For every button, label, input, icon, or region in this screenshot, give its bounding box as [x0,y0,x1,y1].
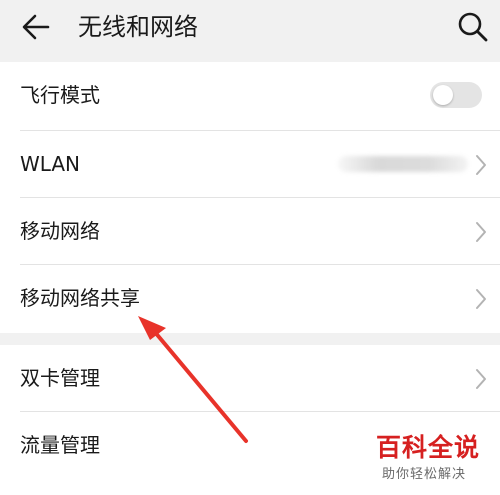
watermark: 百科全说 助你轻松解决 [372,432,490,490]
app-header: 无线和网络 [0,0,500,56]
page-title: 无线和网络 [78,13,198,41]
chevron-right-icon [476,289,486,309]
dual-sim-row[interactable]: 双卡管理 [0,345,500,411]
airplane-mode-row[interactable]: 飞行模式 [0,62,500,128]
watermark-subtitle: 助你轻松解决 [382,467,467,482]
hotspot-label: 移动网络共享 [20,286,140,310]
airplane-mode-label: 飞行模式 [20,83,100,107]
wlan-network-name-blurred [338,156,468,172]
network-settings-group: 飞行模式 WLAN 移动网络 移动网络共享 [0,62,500,333]
mobile-network-label: 移动网络 [20,219,100,243]
airplane-mode-toggle[interactable] [430,82,482,108]
arrow-left-icon[interactable] [20,11,52,43]
chevron-right-icon [476,155,486,175]
dual-sim-label: 双卡管理 [20,366,100,390]
toggle-knob [433,85,453,105]
search-icon[interactable] [456,10,490,44]
wlan-label: WLAN [20,152,81,176]
chevron-right-icon [476,222,486,242]
hotspot-row[interactable]: 移动网络共享 [0,265,500,331]
chevron-right-icon [476,369,486,389]
watermark-title: 百科全说 [376,433,481,462]
mobile-network-row[interactable]: 移动网络 [0,198,500,264]
data-usage-label: 流量管理 [20,433,100,457]
wlan-row[interactable]: WLAN [0,131,500,197]
